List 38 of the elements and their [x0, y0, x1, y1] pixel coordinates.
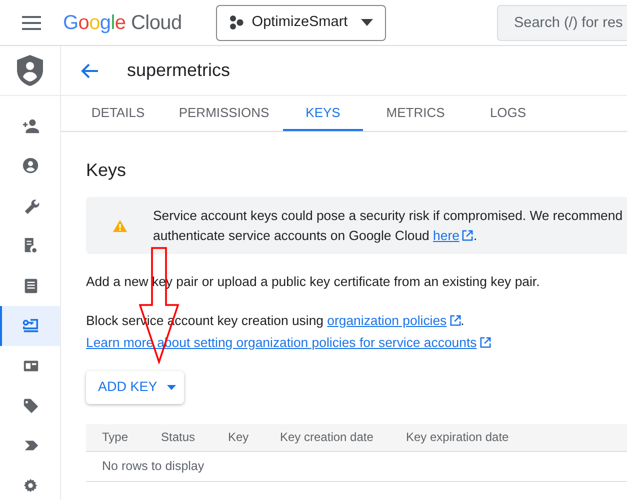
add-person-icon	[22, 117, 40, 135]
section-heading: Keys	[86, 159, 128, 182]
tag-icon	[22, 397, 40, 415]
warning-text: Service account keys could pose a security risk if compromised. We recommend authenticate service accounts on Google Cloud here .	[153, 206, 623, 245]
document-icon	[22, 277, 40, 295]
caret-icon	[167, 384, 176, 390]
add-key-button[interactable]: ADD KEY	[86, 370, 184, 404]
caret-icon	[360, 19, 373, 26]
column-header: Key expiration date	[406, 429, 510, 446]
page-title: supermetrics	[127, 59, 230, 82]
tab[interactable]: LOGS	[468, 96, 548, 131]
column-header: Key creation date	[280, 429, 374, 446]
warning-icon	[113, 220, 127, 232]
column-header: Key	[228, 429, 250, 446]
external-link-icon	[480, 336, 491, 348]
back-arrow-icon[interactable]	[81, 62, 99, 78]
tab[interactable]: DETAILS	[71, 96, 165, 131]
external-link-icon	[450, 314, 461, 326]
column-header: Status	[161, 429, 196, 446]
settings-icon	[22, 477, 40, 495]
project-icon	[228, 15, 244, 30]
external-link-icon	[462, 230, 474, 240]
policies-link[interactable]: organization policies	[327, 312, 447, 328]
here-link[interactable]: here	[433, 228, 460, 242]
column-header: Type	[101, 429, 130, 446]
account-circle-icon	[22, 157, 40, 175]
menu-icon[interactable]	[22, 16, 41, 30]
tab[interactable]: KEYS	[283, 96, 363, 131]
sidebar-item[interactable]	[0, 306, 60, 346]
wrench-icon	[22, 197, 40, 215]
search-field[interactable]: Search (/) for res	[497, 4, 627, 40]
logo[interactable]: Google Cloud	[63, 8, 182, 38]
tab[interactable]: METRICS	[363, 96, 468, 131]
empty-table-message: No rows to display	[102, 458, 204, 475]
shield-person-icon	[17, 55, 43, 86]
key-card-icon	[22, 317, 40, 335]
tab[interactable]: PERMISSIONS	[165, 96, 283, 131]
project-picker[interactable]: OptimizeSmart	[216, 4, 386, 40]
